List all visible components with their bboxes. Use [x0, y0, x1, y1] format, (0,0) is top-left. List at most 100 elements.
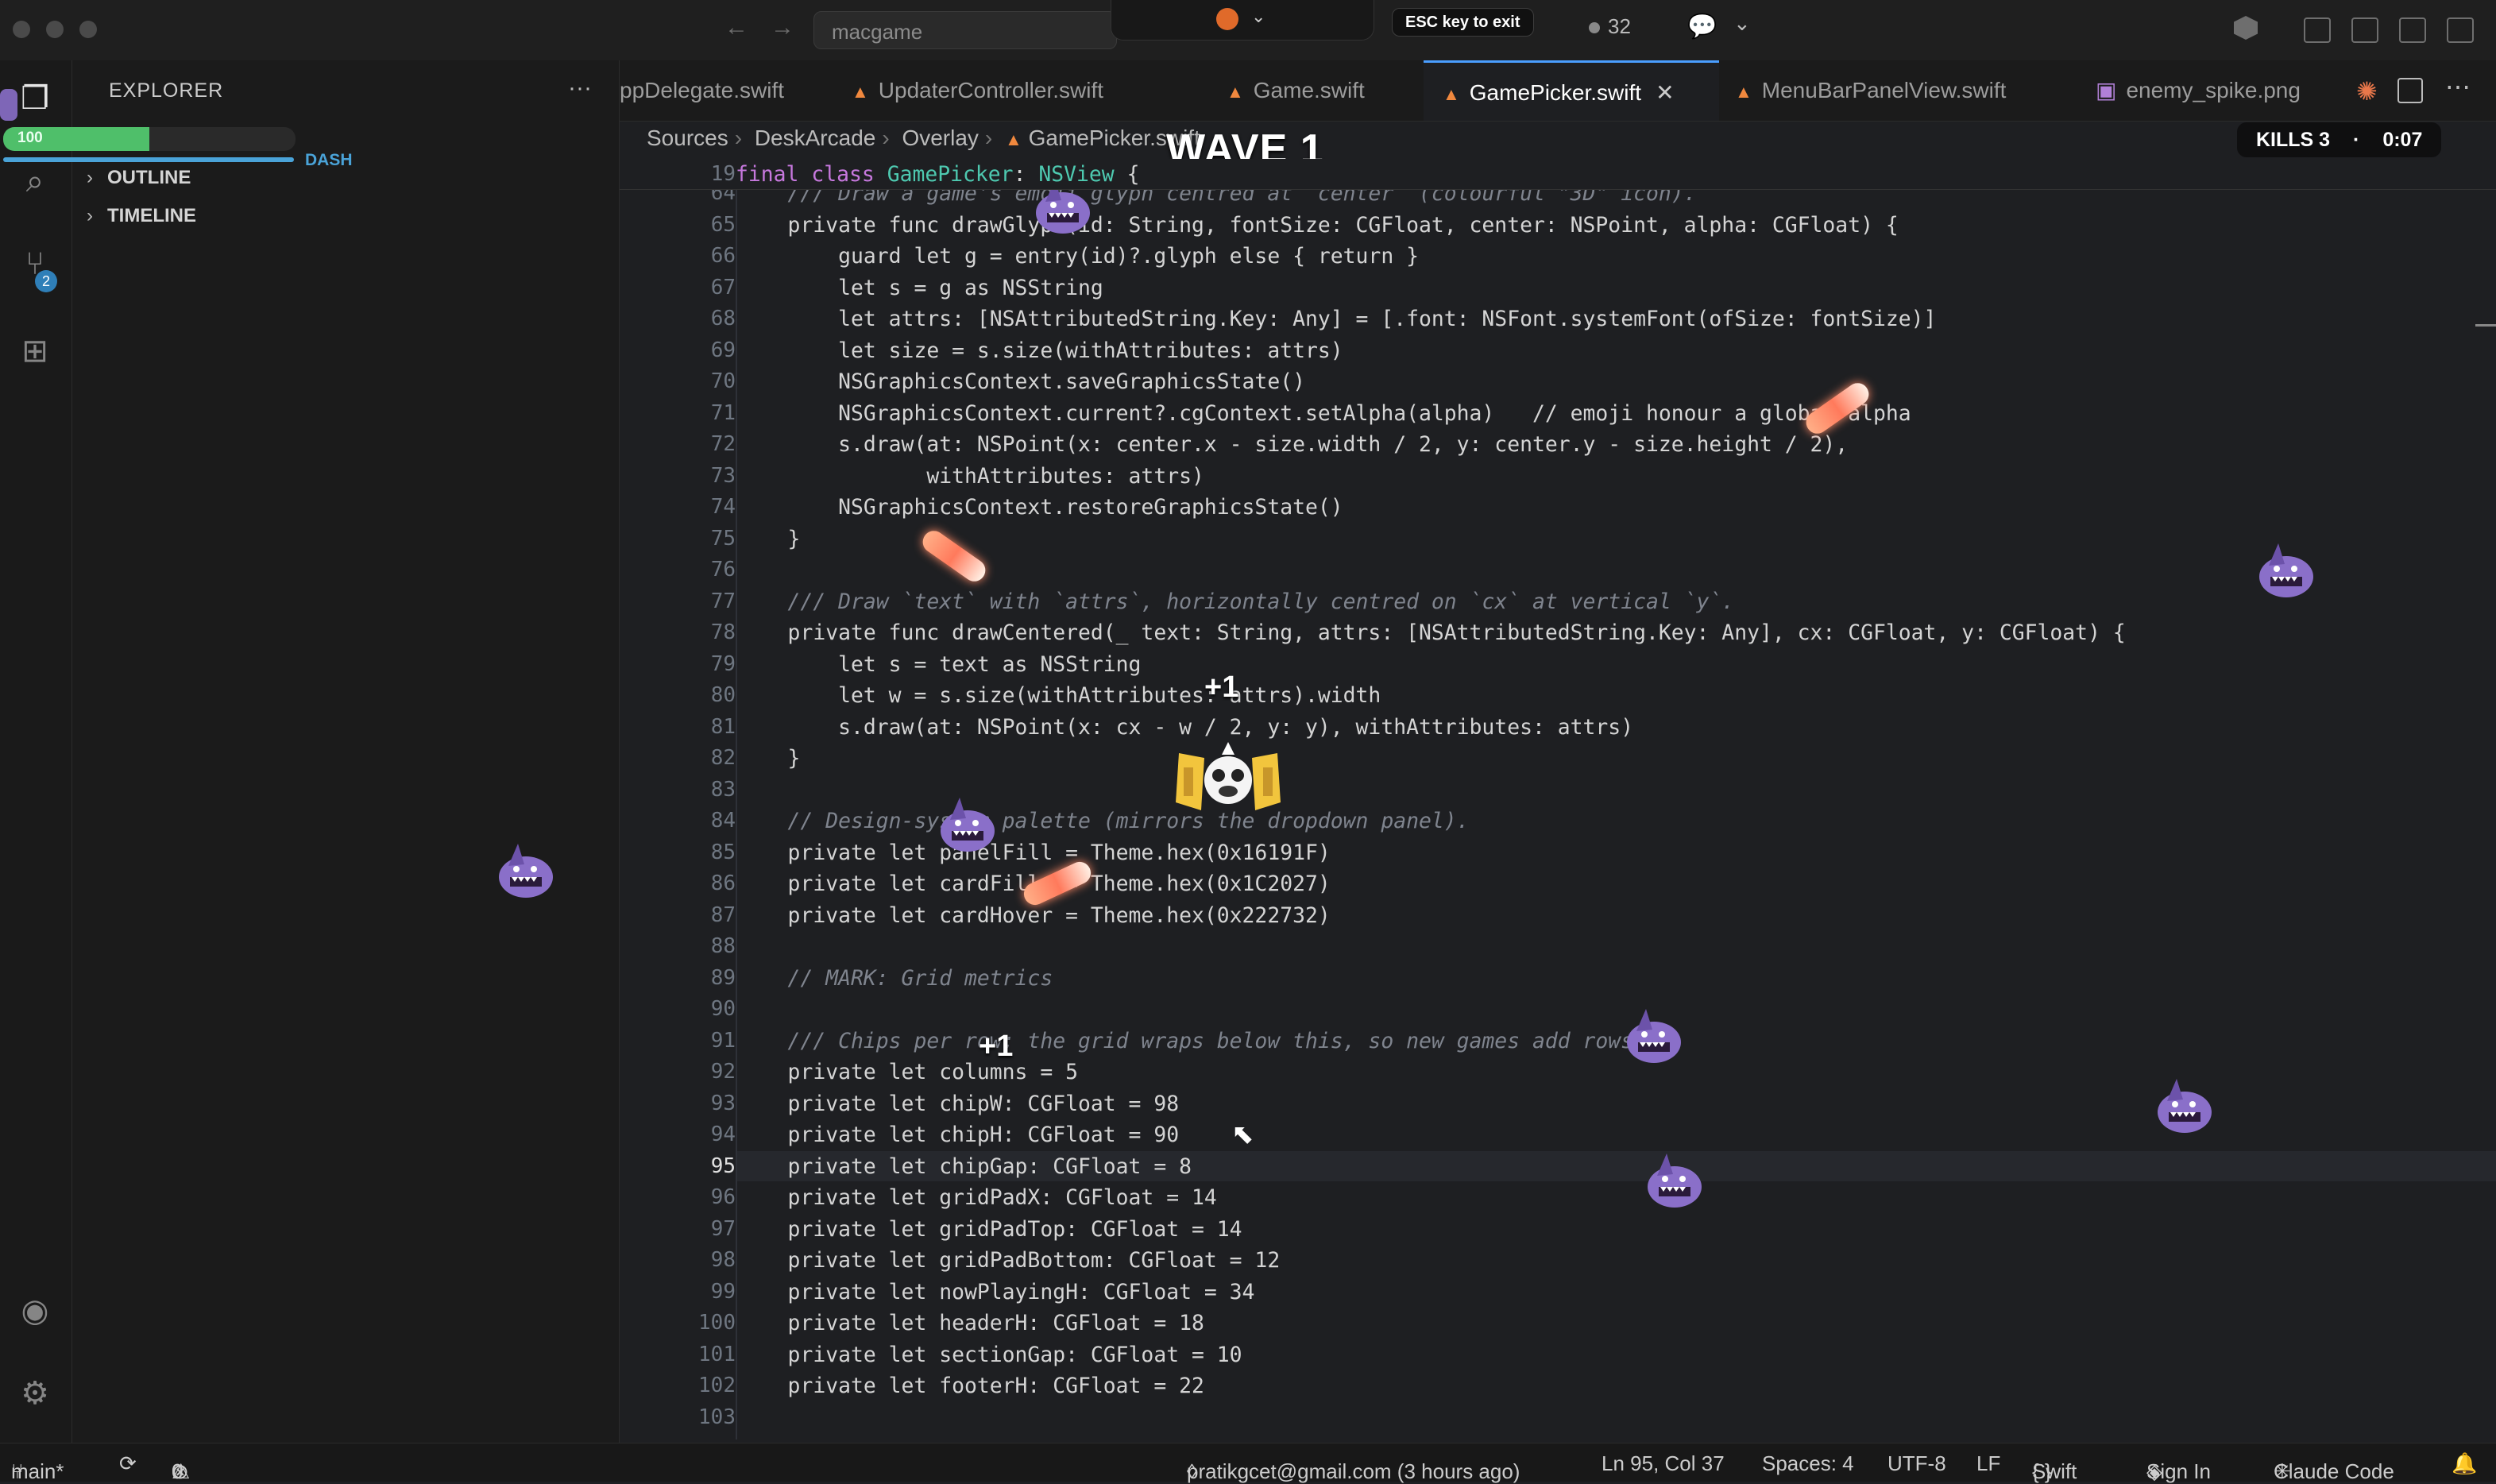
tab-gamepicker[interactable]: ▲ GamePicker.swift ✕: [1424, 60, 1719, 121]
code-line[interactable]: // MARK: Grid metrics: [737, 966, 1053, 991]
line-number: 70: [710, 369, 736, 393]
line-number: 99: [710, 1279, 736, 1304]
explorer-title: EXPLORER: [109, 79, 224, 102]
line-number: 90: [710, 997, 736, 1021]
score-counter: 32: [1589, 14, 1631, 39]
kills-separator: ·: [2353, 129, 2360, 151]
code-line[interactable]: private let cardHover = Theme.hex(0x2227…: [737, 903, 1331, 928]
code-line[interactable]: private let chipH: CGFloat = 90: [737, 1123, 1180, 1147]
claude-icon[interactable]: ✺: [2356, 76, 2378, 106]
command-center-search[interactable]: macgame: [813, 11, 1117, 49]
copilot-icon[interactable]: [2234, 16, 2258, 40]
line-number: 98: [710, 1248, 736, 1272]
minimize-window-button[interactable]: [46, 21, 64, 38]
enemy-sprite: [2259, 543, 2313, 597]
toggle-secondary-sidebar-icon[interactable]: [2447, 17, 2474, 43]
code-line[interactable]: /// Draw `text` with `attrs`, horizontal…: [737, 589, 1735, 614]
code-line[interactable]: s.draw(at: NSPoint(x: cx - w / 2, y: y),…: [737, 715, 1633, 740]
forward-arrow-icon[interactable]: →: [771, 14, 794, 41]
title-bar: ← → macgame ⌄ ESC key to exit 32 💬 ⌄: [0, 0, 2496, 61]
line-number: 81: [710, 714, 736, 739]
code-line[interactable]: guard let g = entry(id)?.glyph else { re…: [737, 244, 1419, 269]
score-value: 32: [1608, 14, 1631, 38]
bell-icon[interactable]: 🔔: [2452, 1451, 2477, 1476]
sign-in-label: Sign In: [2146, 1459, 2211, 1483]
code-line[interactable]: let s = g as NSString: [737, 276, 1103, 300]
sync-icon[interactable]: ⟳: [119, 1451, 137, 1476]
close-window-button[interactable]: [13, 21, 30, 38]
tab-enemy-spike[interactable]: ▣ enemy_spike.png: [2096, 60, 2334, 121]
timeline-section[interactable]: › TIMELINE: [87, 205, 196, 227]
extensions-icon[interactable]: ⊞: [14, 330, 56, 372]
code-line[interactable]: NSGraphicsContext.restoreGraphicsState(): [737, 495, 1343, 520]
code-line[interactable]: NSGraphicsContext.saveGraphicsState(): [737, 369, 1305, 394]
code-line[interactable]: // Design-system palette (mirrors the dr…: [737, 809, 1470, 833]
tab-updater-controller[interactable]: ▲ UpdaterController.swift: [852, 60, 1169, 121]
chevron-right-icon: ›: [87, 167, 93, 188]
zoom-window-button[interactable]: [79, 21, 97, 38]
code-line[interactable]: }: [737, 527, 801, 551]
gear-icon[interactable]: ⚙: [14, 1373, 56, 1414]
code-line[interactable]: let attrs: [NSAttributedString.Key: Any]…: [737, 307, 1936, 331]
back-arrow-icon[interactable]: ←: [724, 14, 748, 41]
line-number: 69: [710, 338, 736, 362]
breadcrumb-item[interactable]: Overlay: [902, 126, 978, 150]
line-ending[interactable]: LF: [1976, 1451, 2000, 1476]
outline-section[interactable]: › OUTLINE: [87, 167, 191, 189]
chat-icon[interactable]: 💬: [1687, 13, 1717, 41]
line-number: 80: [710, 683, 736, 707]
tab-label: enemy_spike.png: [2126, 78, 2301, 102]
cursor-position[interactable]: Ln 95, Col 37: [1602, 1451, 1725, 1476]
code-line[interactable]: private let sectionGap: CGFloat = 10: [737, 1343, 1242, 1367]
code-line[interactable]: NSGraphicsContext.current?.cgContext.set…: [737, 401, 1911, 426]
chevron-down-icon-2[interactable]: ⌄: [1733, 11, 1751, 36]
more-tab-actions-icon[interactable]: ⋯: [2445, 71, 2471, 102]
chevron-down-icon[interactable]: ⌄: [1251, 6, 1265, 27]
tab-menubar-panel-view[interactable]: ▲ MenuBarPanelView.swift: [1735, 60, 2053, 121]
breadcrumb-item[interactable]: Sources: [647, 126, 728, 150]
dot-icon: [1589, 22, 1600, 33]
toggle-sidebar-icon[interactable]: [2351, 17, 2378, 43]
indentation[interactable]: Spaces: 4: [1762, 1451, 1854, 1476]
sidebar: EXPLORER ··· › OUTLINE › TIMELINE: [72, 60, 620, 1443]
source-control-badge: 2: [35, 270, 57, 292]
dash-label: DASH: [305, 151, 353, 169]
code-line[interactable]: private func drawCentered(_ text: String…: [737, 620, 2126, 645]
code-line[interactable]: private let footerH: CGFloat = 22: [737, 1374, 1204, 1398]
code-line[interactable]: private let panelFill = Theme.hex(0x1619…: [737, 841, 1331, 865]
toggle-panel-icon[interactable]: [2399, 17, 2426, 43]
code-line[interactable]: s.draw(at: NSPoint(x: center.x - size.wi…: [737, 432, 1848, 457]
code-line[interactable]: /// Chips per row; the grid wraps below …: [737, 1029, 1646, 1053]
search-icon[interactable]: ⌕: [14, 160, 56, 202]
code-line[interactable]: private func drawGlyph(id: String, fontS…: [737, 213, 1899, 238]
code-line[interactable]: withAttributes: attrs): [737, 464, 1204, 489]
code-line[interactable]: private let gridPadBottom: CGFloat = 12: [737, 1248, 1281, 1273]
code-line[interactable]: private let gridPadX: CGFloat = 14: [737, 1185, 1217, 1210]
code-line[interactable]: private let nowPlayingH: CGFloat = 34: [737, 1280, 1255, 1304]
encoding[interactable]: UTF-8: [1887, 1451, 1946, 1476]
swift-icon: ▲: [1005, 129, 1022, 149]
code-line[interactable]: private let columns = 5: [737, 1060, 1078, 1084]
layout-icon[interactable]: [2304, 17, 2331, 43]
code-editor[interactable]: 19 final class GamePicker: NSView { 64 /…: [620, 153, 2496, 1440]
tab-appdelegate[interactable]: ppDelegate.swift: [620, 60, 786, 121]
code-line[interactable]: }: [737, 746, 801, 771]
close-tab-icon[interactable]: ✕: [1656, 80, 1674, 105]
code-line[interactable]: private let headerH: CGFloat = 18: [737, 1311, 1204, 1335]
more-actions-icon[interactable]: ···: [568, 75, 592, 102]
code-line[interactable]: private let chipW: CGFloat = 98: [737, 1092, 1180, 1116]
breadcrumb-item[interactable]: DeskArcade: [755, 126, 876, 150]
line-number: 82: [710, 746, 736, 770]
code-line[interactable]: let s = text as NSString: [737, 652, 1141, 677]
sticky-scroll-header[interactable]: 19 final class GamePicker: NSView {: [620, 159, 2496, 190]
code-line[interactable]: private let gridPadTop: CGFloat = 14: [737, 1217, 1242, 1242]
split-editor-icon[interactable]: [2397, 78, 2423, 103]
tab-game[interactable]: ▲ Game.swift: [1227, 60, 1401, 121]
game-menu-pill[interactable]: ⌄: [1111, 0, 1374, 41]
code-line[interactable]: let size = s.size(withAttributes: attrs): [737, 338, 1343, 363]
files-icon[interactable]: ❐: [14, 78, 56, 119]
code-line[interactable]: private let chipGap: CGFloat = 8: [737, 1154, 1192, 1179]
code-line[interactable]: let w = s.size(withAttributes: attrs).wi…: [737, 683, 1381, 708]
account-icon[interactable]: ◉: [14, 1290, 56, 1331]
swift-icon: ▲: [1735, 82, 1752, 102]
